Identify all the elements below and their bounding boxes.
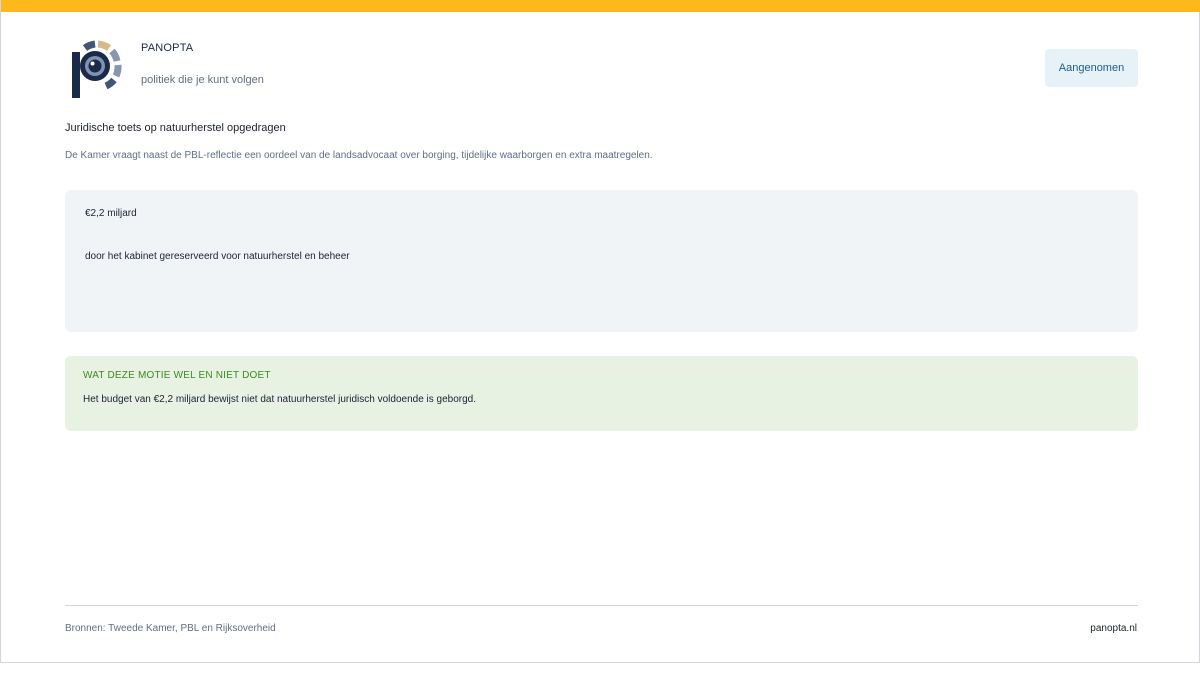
motion-scope-note: WAT DEZE MOTIE WEL EN NIET DOET Het budg…	[65, 356, 1138, 431]
accent-bar	[1, 0, 1200, 12]
page: PANOPTA politiek die je kunt volgen Aang…	[0, 0, 1200, 663]
brand-name: PANOPTA	[141, 42, 194, 54]
tagline: politiek die je kunt volgen	[141, 74, 264, 86]
motion-title: Juridische toets op natuurherstel opgedr…	[65, 122, 286, 134]
site-link[interactable]: panopta.nl	[1090, 623, 1137, 634]
footer-divider	[65, 605, 1138, 606]
budget-stat-card: €2,2 miljard door het kabinet gereservee…	[65, 190, 1138, 332]
panopta-eye-logo-icon	[72, 40, 122, 98]
note-text: Het budget van €2,2 miljard bewijst niet…	[83, 394, 477, 405]
budget-label: door het kabinet gereserveerd voor natuu…	[85, 251, 350, 262]
motion-description: De Kamer vraagt naast de PBL-reflectie e…	[65, 150, 653, 161]
sources-text: Bronnen: Tweede Kamer, PBL en Rijksoverh…	[65, 623, 276, 634]
status-badge[interactable]: Aangenomen	[1045, 49, 1138, 87]
budget-value: €2,2 miljard	[85, 208, 137, 219]
note-heading: WAT DEZE MOTIE WEL EN NIET DOET	[83, 370, 271, 381]
